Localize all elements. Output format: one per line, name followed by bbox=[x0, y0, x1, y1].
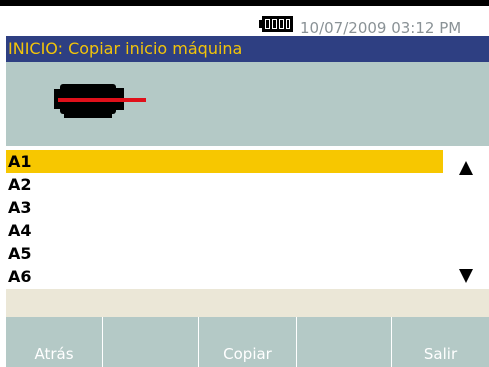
triangle-up-icon[interactable] bbox=[456, 158, 476, 178]
softkey-label: Copiar bbox=[223, 345, 272, 363]
list-item[interactable]: A5 bbox=[6, 242, 443, 265]
page-title: INICIO: Copiar inicio máquina bbox=[8, 39, 243, 58]
machine-list: A1 A2 A3 A4 A5 A6 bbox=[6, 146, 489, 289]
machine-picture-panel bbox=[6, 62, 489, 146]
softkey-label: Atrás bbox=[34, 345, 74, 363]
date-time-readout: 10/07/2009 03:12 PM bbox=[300, 19, 462, 37]
softkey-back-button[interactable]: Atrás bbox=[6, 317, 103, 367]
list-item[interactable]: A2 bbox=[6, 173, 443, 196]
info-band bbox=[6, 289, 489, 317]
list-item[interactable]: A3 bbox=[6, 196, 443, 219]
list-item[interactable]: A1 bbox=[6, 150, 443, 173]
battery-full-icon bbox=[259, 16, 293, 32]
list-item[interactable]: A6 bbox=[6, 265, 443, 288]
status-bar: 10/07/2009 03:12 PM bbox=[0, 6, 489, 37]
triangle-down-icon[interactable] bbox=[456, 266, 476, 286]
list-item[interactable]: A4 bbox=[6, 219, 443, 242]
instrument-screen: 10/07/2009 03:12 PM INICIO: Copiar inici… bbox=[0, 0, 489, 367]
softkey-copy-button[interactable]: Copiar bbox=[199, 317, 297, 367]
softkey-bar: Atrás Copiar Salir bbox=[6, 317, 489, 367]
softkey-4-button[interactable] bbox=[297, 317, 392, 367]
softkey-2-button[interactable] bbox=[103, 317, 199, 367]
softkey-exit-button[interactable]: Salir bbox=[392, 317, 489, 367]
softkey-label: Salir bbox=[423, 345, 458, 363]
title-bar: INICIO: Copiar inicio máquina bbox=[6, 36, 489, 62]
motor-icon bbox=[54, 84, 146, 118]
